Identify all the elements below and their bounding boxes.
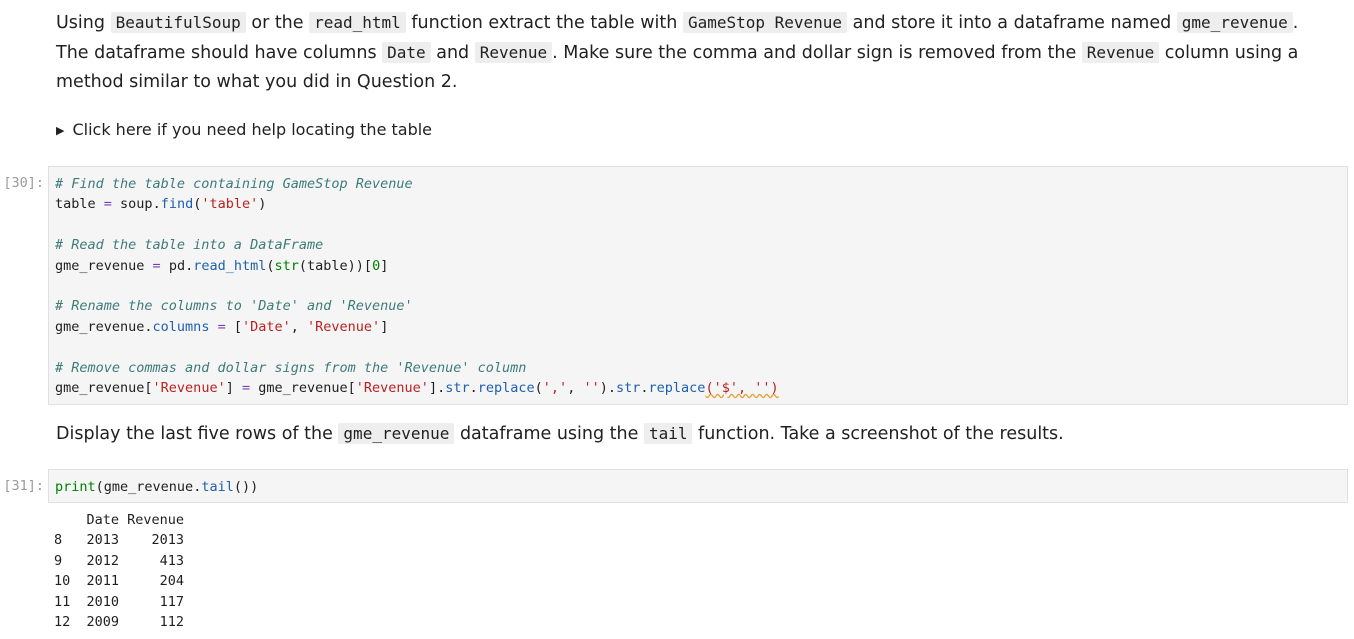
cell-prompt-30: [30]:: [3, 175, 44, 191]
details-summary[interactable]: Click here if you need help locating the…: [72, 120, 432, 139]
code-cell-30[interactable]: # Find the table containing GameStop Rev…: [48, 166, 1348, 405]
inline-code-gme-revenue: gme_revenue: [338, 423, 455, 444]
code-comment: # Find the table containing GameStop Rev…: [55, 176, 413, 192]
code-token: gme_revenue: [55, 318, 145, 335]
code-token: replace: [477, 380, 535, 397]
output-row: 12 2009 112: [54, 614, 185, 631]
inline-code-read-html: read_html: [309, 12, 406, 33]
triangle-right-icon[interactable]: ▶: [56, 124, 64, 137]
code-token: [: [233, 318, 242, 335]
code-token: 'Revenue': [355, 380, 429, 397]
code-editor[interactable]: # Find the table containing GameStop Rev…: [49, 167, 1347, 405]
code-token: find: [160, 196, 194, 213]
code-token: 'Date': [241, 318, 291, 335]
code-token: ): [258, 196, 267, 213]
code-cell-31[interactable]: print(gme_revenue.tail()): [48, 469, 1348, 503]
code-comment: # Rename the columns to 'Date' and 'Reve…: [55, 298, 413, 315]
cell-output-31: Date Revenue 8 2013 2013 9 2012 413 10 2…: [54, 510, 184, 632]
output-row: 9 2012 413: [54, 552, 185, 569]
code-token: =: [209, 318, 234, 335]
code-token: str: [616, 380, 641, 397]
md-text: dataframe using the: [454, 424, 644, 444]
code-token: str: [445, 380, 470, 397]
code-token: ]: [380, 318, 389, 335]
md-text: and store it into a dataframe named: [847, 13, 1177, 33]
code-token: 'table': [201, 196, 259, 213]
markdown-instructions: Using BeautifulSoup or the read_html fun…: [56, 8, 1326, 97]
inline-code-beautifulsoup: BeautifulSoup: [110, 12, 246, 33]
inline-code-revenue: Revenue: [1081, 42, 1160, 63]
inline-code-revenue: Revenue: [474, 42, 553, 63]
code-token: .: [185, 257, 194, 274]
code-token: ,: [567, 380, 584, 397]
md-text: Using: [56, 13, 111, 33]
code-token: .: [437, 380, 446, 397]
help-details-toggle[interactable]: ▶ Click here if you need help locating th…: [56, 120, 432, 139]
code-token: .: [607, 380, 616, 397]
inline-code-tail: tail: [643, 423, 693, 444]
code-token: print: [55, 479, 96, 495]
code-token: pd: [160, 257, 186, 274]
code-comment: # Remove commas and dollar signs from th…: [55, 359, 527, 376]
md-text: . Make sure the comma and dollar sign is…: [552, 43, 1082, 63]
inline-code-gamestop-revenue: GameStop Revenue: [682, 12, 848, 33]
code-token: soup: [111, 196, 153, 213]
inline-code-date: Date: [382, 42, 431, 63]
code-token: tail: [201, 479, 234, 495]
code-token: ]: [428, 380, 438, 397]
code-token: gme_revenue[: [55, 380, 153, 397]
code-token: ()): [233, 479, 259, 495]
code-comment: # Read the table into a DataFrame: [55, 237, 324, 254]
md-text: and: [430, 43, 475, 63]
code-token: (: [534, 380, 543, 397]
md-text: function extract the table with: [405, 13, 683, 33]
code-token: table: [55, 196, 104, 213]
code-editor[interactable]: print(gme_revenue.tail()): [49, 470, 1347, 504]
md-text: or the: [245, 13, 310, 33]
output-row: 8 2013 2013: [54, 532, 185, 549]
code-token: gme_revenue[: [250, 380, 356, 397]
code-token: (: [266, 257, 275, 274]
code-token: ,: [290, 318, 308, 335]
code-token: 'Revenue': [307, 318, 381, 335]
md-text: Display the last five rows of the: [56, 424, 339, 444]
markdown-tail-instructions: Display the last five rows of the gme_re…: [56, 419, 1326, 449]
code-token: .: [144, 318, 153, 335]
md-text: function. Take a screenshot of the resul…: [692, 424, 1064, 444]
inline-code-gme-revenue: gme_revenue: [1176, 12, 1293, 33]
code-token: =: [241, 380, 251, 397]
code-token: columns: [152, 318, 210, 335]
code-token: (table))[: [298, 257, 373, 274]
code-token: gme_revenue: [55, 257, 153, 274]
code-token: ',': [542, 380, 568, 397]
code-token: ): [599, 380, 608, 397]
code-token: replace: [648, 380, 706, 397]
output-row: 11 2010 117: [54, 593, 185, 610]
code-token: =: [103, 196, 112, 213]
code-token: .: [469, 380, 478, 397]
output-header: Date Revenue: [54, 512, 185, 528]
code-token: ]: [225, 380, 242, 397]
cell-prompt-31: [31]:: [3, 478, 44, 494]
code-token-warning: ('$', ''): [705, 380, 779, 397]
code-token: 0: [372, 257, 381, 274]
code-token: .: [152, 196, 161, 213]
code-token: .: [640, 380, 649, 397]
code-token: '': [583, 380, 600, 397]
code-token: =: [152, 257, 161, 274]
code-token: ]: [380, 257, 389, 274]
code-token: 'Revenue': [152, 380, 226, 397]
output-row: 10 2011 204: [54, 573, 185, 590]
code-token: (gme_revenue: [95, 479, 194, 495]
code-token: read_html: [193, 257, 267, 274]
code-token: str: [274, 257, 299, 274]
